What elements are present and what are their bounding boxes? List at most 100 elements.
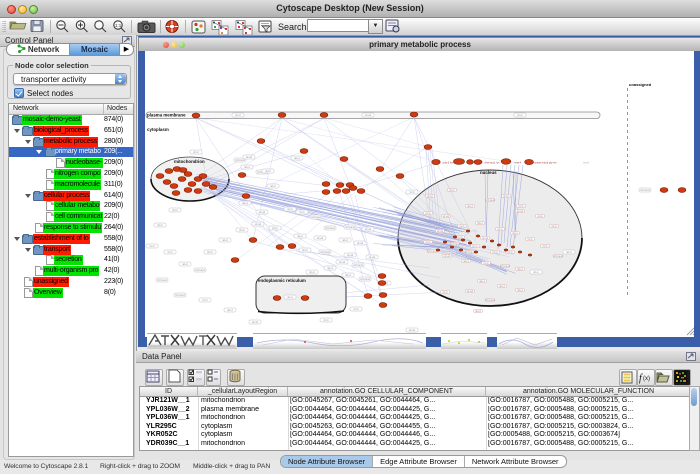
svg-text:mitochondrion: mitochondrion: [174, 159, 205, 164]
svg-text:lab-d: lab-d: [463, 260, 469, 263]
svg-text:slc-a4: slc-a4: [365, 114, 372, 117]
svg-text:pht-2: pht-2: [239, 229, 245, 232]
svg-text:mir-b: mir-b: [202, 299, 208, 302]
svg-text:mir-b: mir-b: [353, 308, 359, 311]
svg-text:GO-band: GO-band: [195, 269, 206, 272]
svg-text:slc-a4: slc-a4: [482, 237, 489, 240]
svg-text:mir-b: mir-b: [323, 319, 329, 322]
svg-text:mir-b: mir-b: [425, 241, 431, 244]
svg-text:pda-2 krs: pda-2 krs: [443, 161, 455, 165]
svg-text:mir-b: mir-b: [483, 262, 489, 265]
svg-text:pht-2: pht-2: [207, 251, 213, 254]
svg-text:lab-d: lab-d: [244, 166, 250, 169]
svg-text:GO-band: GO-band: [320, 251, 331, 254]
svg-text:lab-d: lab-d: [479, 280, 485, 283]
svg-text:mosaic-band gly-ser: mosaic-band gly-ser: [533, 161, 556, 165]
svg-text:GO-band: GO-band: [345, 226, 356, 229]
svg-text:GO-band: GO-band: [353, 264, 364, 267]
svg-text:GO-band: GO-band: [500, 265, 511, 268]
svg-text:mir-b: mir-b: [167, 251, 173, 254]
svg-text:pht-2: pht-2: [272, 227, 278, 230]
svg-text:GO-band: GO-band: [311, 216, 322, 219]
svg-text:lab-d: lab-d: [533, 271, 539, 274]
svg-text:lab-d: lab-d: [327, 267, 333, 270]
svg-text:plasma membrane: plasma membrane: [147, 113, 186, 118]
svg-text:pht-2: pht-2: [193, 151, 199, 154]
svg-text:GO-band: GO-band: [427, 250, 438, 253]
svg-text:lab-d: lab-d: [499, 285, 505, 288]
svg-text:mir-b: mir-b: [551, 225, 557, 228]
svg-text:slc-a4: slc-a4: [437, 230, 444, 233]
svg-text:lab-d: lab-d: [517, 289, 523, 292]
svg-text:pht-2: pht-2: [517, 114, 523, 117]
svg-text:GO-band: GO-band: [325, 227, 336, 230]
svg-text:slc-a4: slc-a4: [339, 261, 346, 264]
svg-text:mir-b: mir-b: [425, 212, 431, 215]
svg-text:unassigned: unassigned: [629, 82, 652, 87]
svg-text:slc-a4: slc-a4: [365, 228, 372, 231]
svg-text:slc-a4: slc-a4: [369, 256, 376, 259]
svg-text:mir-b: mir-b: [492, 251, 498, 254]
svg-text:mir-b: mir-b: [537, 215, 543, 218]
svg-text:GO-band: GO-band: [553, 255, 564, 258]
svg-text:mir-b: mir-b: [459, 225, 465, 228]
svg-text:slc-a4: slc-a4: [443, 215, 450, 218]
svg-text:(x): (x): [643, 376, 650, 382]
svg-text:lab-d: lab-d: [477, 222, 483, 225]
svg-text:mir-b: mir-b: [287, 208, 293, 211]
svg-text:pht-2: pht-2: [302, 249, 308, 252]
svg-text:GO-band: GO-band: [157, 279, 168, 282]
svg-text:slc-a4: slc-a4: [255, 223, 262, 226]
svg-text:GO-band: GO-band: [235, 159, 246, 162]
svg-text:lab-d: lab-d: [345, 274, 351, 277]
svg-text:lab-d: lab-d: [309, 271, 315, 274]
svg-text:mir-b: mir-b: [518, 205, 524, 208]
svg-text:endoplasmic reticulum: endoplasmic reticulum: [258, 278, 306, 283]
svg-text:1:1: 1:1: [115, 23, 122, 28]
svg-text:slc-a4: slc-a4: [409, 329, 416, 332]
svg-text:lab-d: lab-d: [227, 309, 233, 312]
svg-text:slc-a4: slc-a4: [317, 237, 324, 240]
svg-text:slc-a4: slc-a4: [246, 156, 253, 159]
svg-text:mir-b: mir-b: [442, 291, 448, 294]
svg-text:mir-b: mir-b: [497, 228, 503, 231]
svg-text:cytoplasm: cytoplasm: [147, 127, 169, 132]
svg-text:lab-d: lab-d: [182, 263, 188, 266]
svg-text:mir-b: mir-b: [409, 191, 415, 194]
svg-text:trx-d: trx-d: [583, 161, 589, 165]
svg-text:lab-d: lab-d: [342, 239, 348, 242]
svg-text:lab-d: lab-d: [157, 224, 163, 227]
svg-text:GO-band: GO-band: [485, 299, 496, 302]
svg-text:dhw-acc1 lys: dhw-acc1 lys: [485, 161, 501, 165]
svg-text:slc-a4: slc-a4: [444, 255, 451, 258]
svg-text:lab-d: lab-d: [294, 157, 300, 160]
svg-text:mir-b: mir-b: [507, 251, 513, 254]
svg-text:lab-d: lab-d: [517, 268, 523, 271]
svg-text:slc-a4: slc-a4: [347, 254, 354, 257]
svg-text:pht-2: pht-2: [427, 195, 433, 198]
svg-text:GO-band: GO-band: [175, 294, 186, 297]
svg-text:mir-b: mir-b: [299, 211, 305, 214]
svg-text:lab-d: lab-d: [222, 239, 228, 242]
svg-text:slc-a4: slc-a4: [252, 321, 259, 324]
svg-text:pht-2: pht-2: [265, 170, 271, 173]
svg-text:mir-b: mir-b: [527, 238, 533, 241]
svg-text:GO-band: GO-band: [485, 199, 496, 202]
svg-text:lab-d: lab-d: [242, 202, 248, 205]
svg-text:slc-a4: slc-a4: [357, 242, 364, 245]
svg-text:GO-band: GO-band: [360, 278, 371, 281]
svg-text:GO-band: GO-band: [640, 189, 651, 192]
svg-text:pht-2: pht-2: [235, 114, 241, 117]
svg-text:lab-d: lab-d: [475, 310, 481, 313]
svg-text:GO-band: GO-band: [465, 251, 476, 254]
svg-text:pht-2: pht-2: [172, 209, 178, 212]
svg-text:lab-d: lab-d: [287, 296, 293, 299]
svg-text:slc-a4: slc-a4: [467, 290, 474, 293]
svg-text:lab-d: lab-d: [297, 235, 303, 238]
svg-text:mir-b: mir-b: [149, 245, 155, 248]
svg-text:lab-d: lab-d: [566, 251, 572, 254]
svg-text:slc-a4: slc-a4: [259, 211, 266, 214]
svg-text:lab-d: lab-d: [512, 232, 518, 235]
svg-text:slc-a4: slc-a4: [517, 210, 524, 213]
svg-text:mir-b: mir-b: [542, 245, 548, 248]
